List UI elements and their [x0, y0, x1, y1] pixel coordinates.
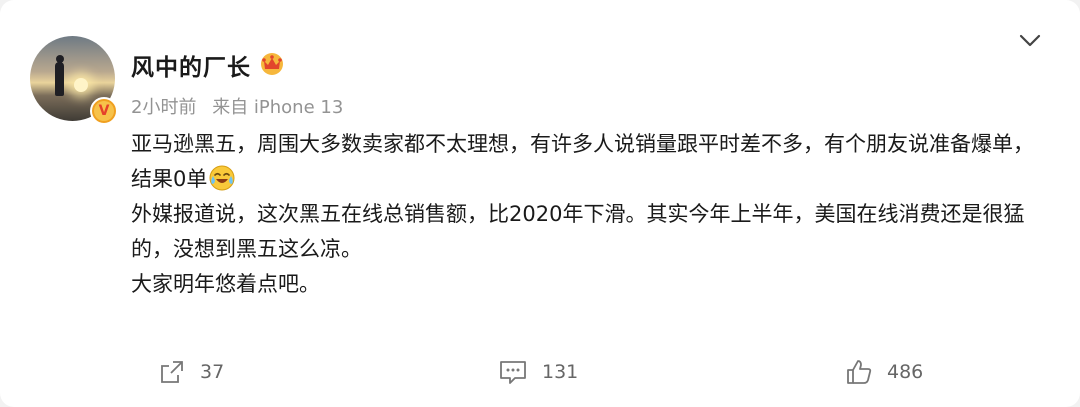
crown-icon — [261, 53, 283, 75]
comment-button[interactable]: 131 — [498, 352, 578, 392]
like-count: 486 — [887, 361, 924, 383]
chevron-down-icon[interactable] — [1018, 31, 1042, 51]
share-icon — [161, 361, 183, 383]
post-paragraph: 外媒报道说，这次黑五在线总销售额，比2020年下滑。其实今年上半年，美国在线消费… — [131, 202, 1025, 261]
post-paragraph: 亚马逊黑五，周围大多数卖家都不太理想，有许多人说销量跟平时差不多，有个朋友说准备… — [131, 132, 1034, 191]
action-bar: 37 131 486 — [0, 352, 1080, 392]
verified-badge-icon: V — [90, 97, 118, 125]
share-count: 37 — [200, 361, 225, 383]
laugh-cry-emoji-icon — [209, 165, 235, 191]
avatar-figure — [55, 62, 64, 96]
post-source: 来自 iPhone 13 — [212, 97, 344, 118]
post-time[interactable]: 2小时前 — [131, 97, 196, 118]
thumbs-up-icon — [847, 360, 872, 384]
post-content: 亚马逊黑五，周围大多数卖家都不太理想，有许多人说销量跟平时差不多，有个朋友说准备… — [131, 127, 1046, 302]
comment-icon — [500, 361, 526, 384]
avatar-sun — [74, 78, 88, 92]
username[interactable]: 风中的厂长 — [131, 48, 251, 82]
post-paragraph: 大家明年悠着点吧。 — [131, 272, 320, 296]
post-meta: 2小时前 来自 iPhone 13 — [131, 93, 353, 119]
like-button[interactable]: 486 — [845, 352, 923, 392]
share-button[interactable]: 37 — [158, 352, 224, 392]
weibo-post-card: V 风中的厂长 2小时前 来自 iPhone 13 亚马逊黑五，周围大多数卖家都… — [0, 0, 1080, 407]
comment-count: 131 — [542, 361, 579, 383]
